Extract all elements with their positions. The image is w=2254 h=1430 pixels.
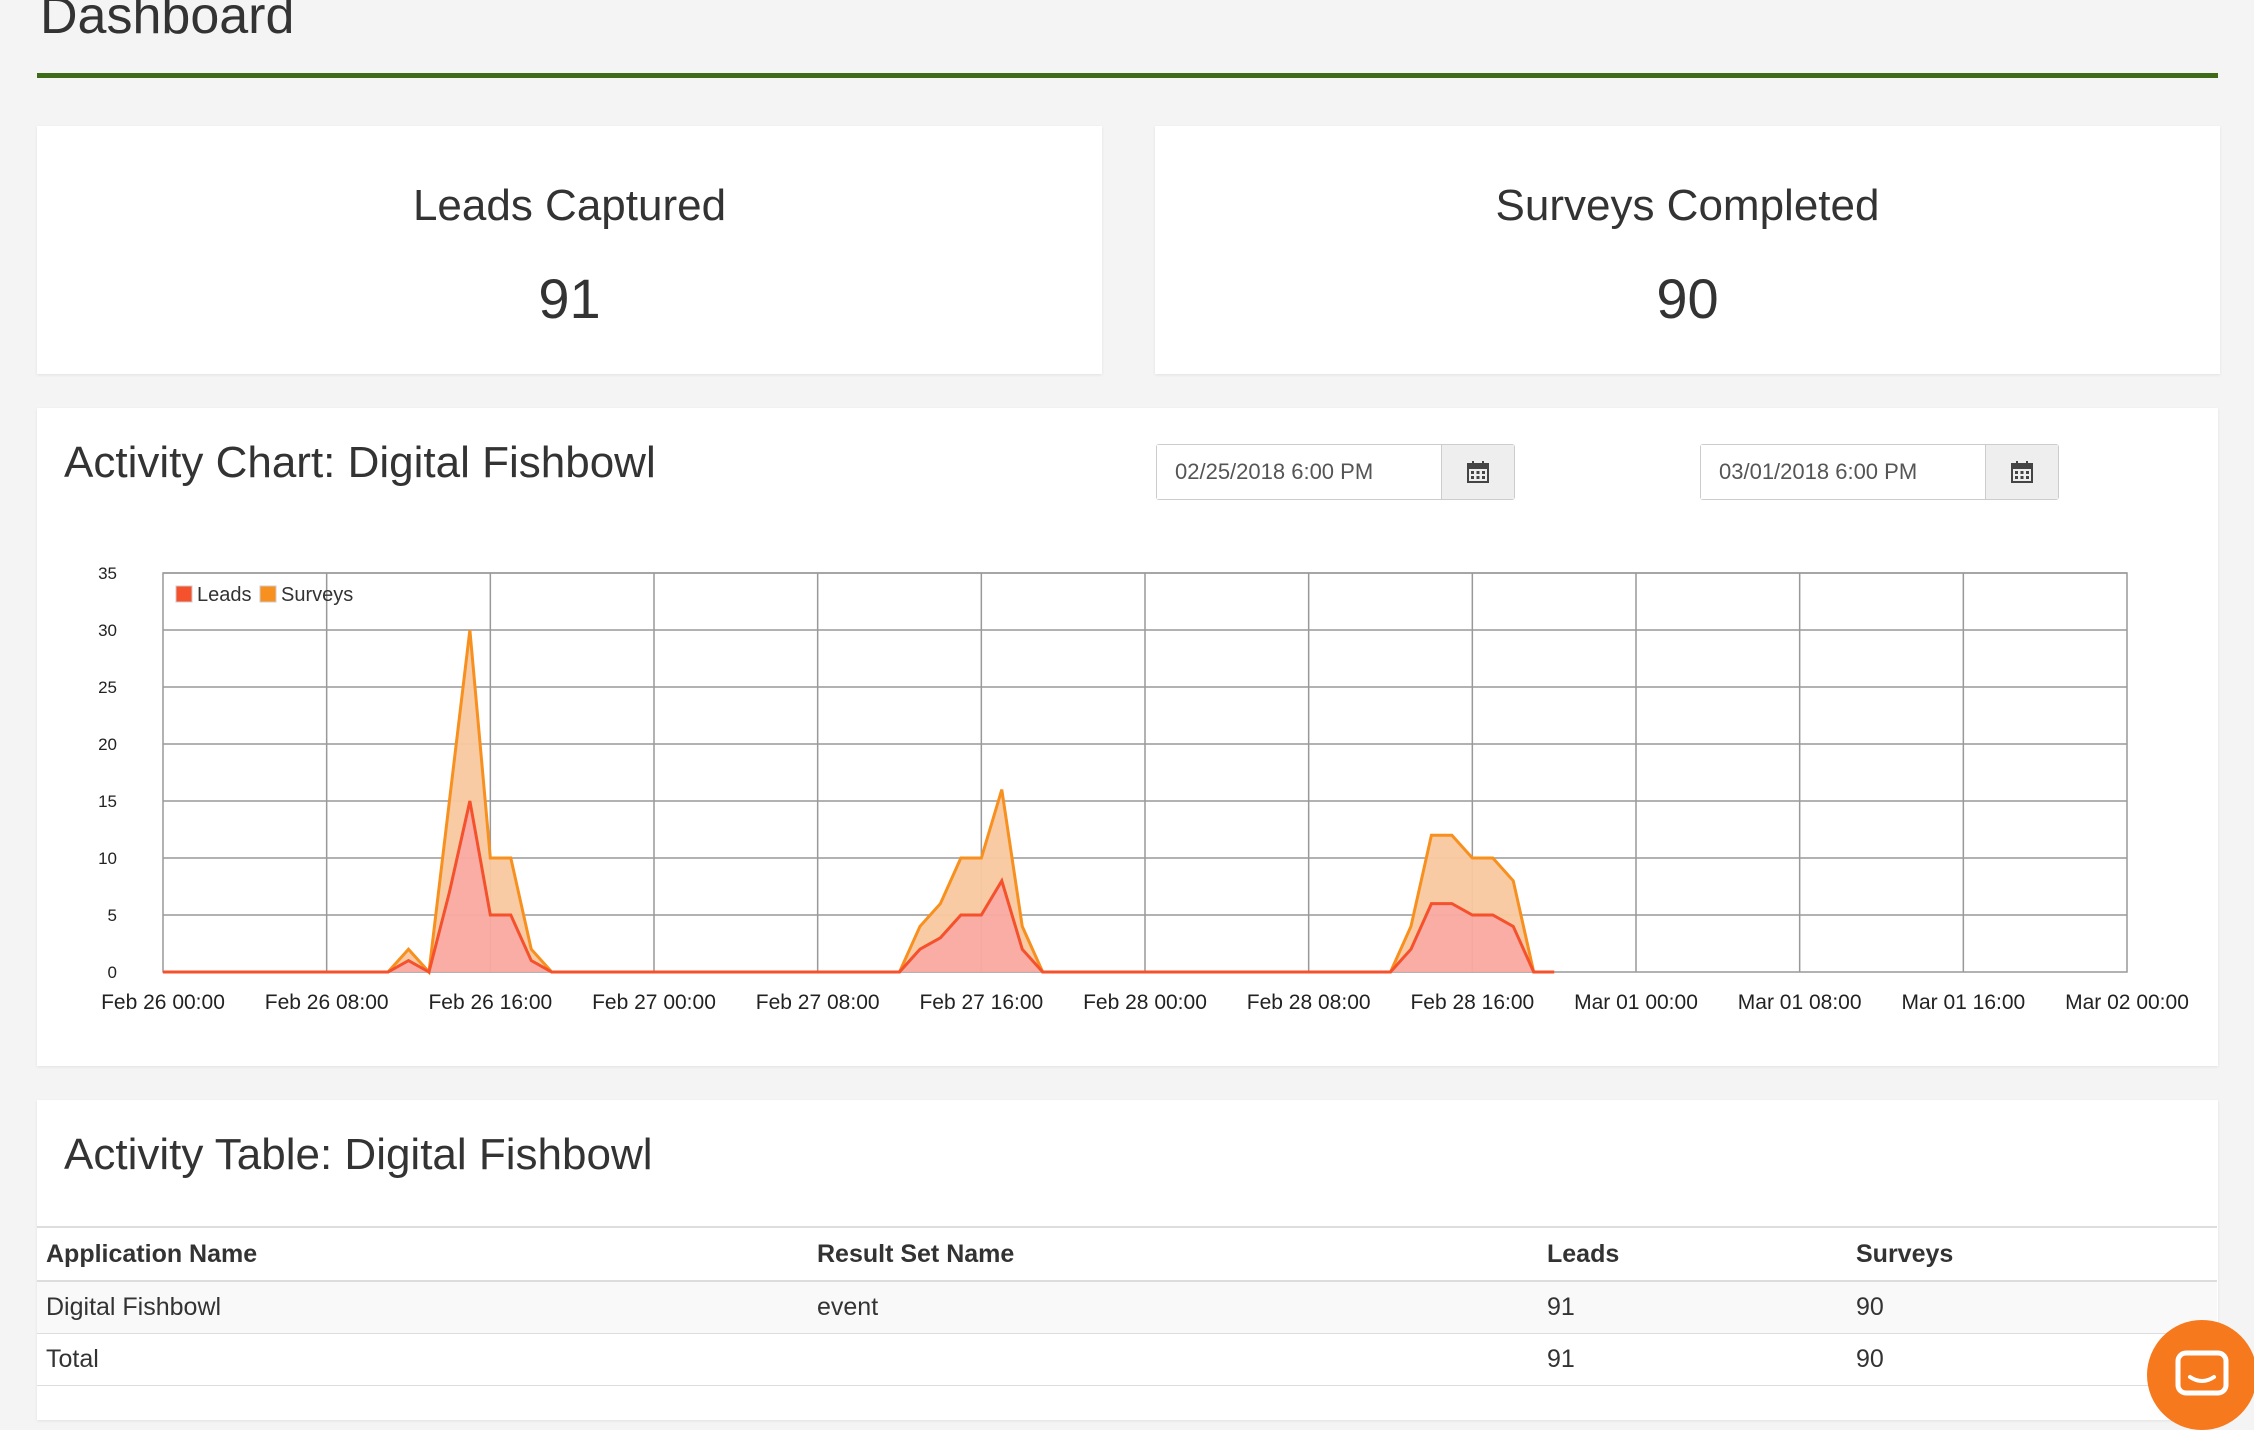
table-cell: Total (37, 1333, 808, 1386)
chat-widget-button[interactable] (2147, 1320, 2254, 1430)
column-header: Leads (1538, 1226, 1847, 1282)
x-tick-label: Mar 01 08:00 (1738, 991, 1862, 1014)
y-tick-label: 15 (98, 792, 117, 811)
x-tick-label: Feb 28 00:00 (1083, 991, 1207, 1014)
y-tick-label: 25 (98, 678, 117, 697)
table-header-row: Application Name Result Set Name Leads S… (37, 1226, 2217, 1282)
table-row: Digital Fishbowl event 91 90 (37, 1281, 2217, 1334)
x-tick-label: Feb 27 08:00 (756, 991, 880, 1014)
x-tick-label: Feb 26 00:00 (101, 991, 225, 1014)
activity-table-card: Activity Table: Digital Fishbowl Applica… (37, 1100, 2218, 1420)
activity-chart: 05101520253035 Feb 26 00:00 Feb 26 08:00 F… (98, 564, 2189, 1014)
x-tick-label: Feb 28 08:00 (1247, 991, 1371, 1014)
y-tick-label: 5 (108, 906, 117, 925)
table-cell: 90 (1847, 1281, 2217, 1334)
x-tick-label: Feb 27 00:00 (592, 991, 716, 1014)
activity-table-title: Activity Table: Digital Fishbowl (64, 1130, 653, 1179)
x-tick-label: Feb 26 08:00 (265, 991, 389, 1014)
legend-label: Leads (197, 584, 252, 606)
x-tick-label: Mar 01 16:00 (1901, 991, 2025, 1014)
legend-swatch (175, 585, 193, 603)
table-cell: Digital Fishbowl (37, 1281, 808, 1334)
table-cell: 91 (1538, 1333, 1847, 1386)
table-cell: event (808, 1281, 1538, 1334)
y-tick-label: 0 (108, 963, 117, 982)
y-axis-ticks: 0 5 10 15 20 25 30 35 (98, 564, 117, 982)
x-tick-label: Feb 28 16:00 (1410, 991, 1534, 1014)
column-header: Application Name (37, 1226, 808, 1282)
y-tick-label: 30 (98, 621, 117, 640)
activity-table: Application Name Result Set Name Leads S… (37, 1226, 2217, 1386)
column-header: Surveys (1847, 1226, 2217, 1282)
y-tick-label: 35 (98, 564, 117, 583)
legend-swatch (259, 585, 277, 603)
legend-label: Surveys (281, 584, 353, 606)
x-axis-ticks: Feb 26 00:00 Feb 26 08:00 Feb 26 16:00 Feb … (101, 991, 2189, 1014)
y-tick-label: 20 (98, 735, 117, 754)
y-tick-label: 10 (98, 849, 117, 868)
table-cell: 91 (1538, 1281, 1847, 1334)
x-tick-label: Mar 02 00:00 (2065, 991, 2189, 1014)
table-row: Total 91 90 (37, 1333, 2217, 1386)
x-tick-label: Feb 26 16:00 (428, 991, 552, 1014)
chat-icon (2175, 1350, 2229, 1396)
x-tick-label: Mar 01 00:00 (1574, 991, 1698, 1014)
x-tick-label: Feb 27 16:00 (919, 991, 1043, 1014)
table-cell (808, 1333, 1538, 1386)
column-header: Result Set Name (808, 1226, 1538, 1282)
